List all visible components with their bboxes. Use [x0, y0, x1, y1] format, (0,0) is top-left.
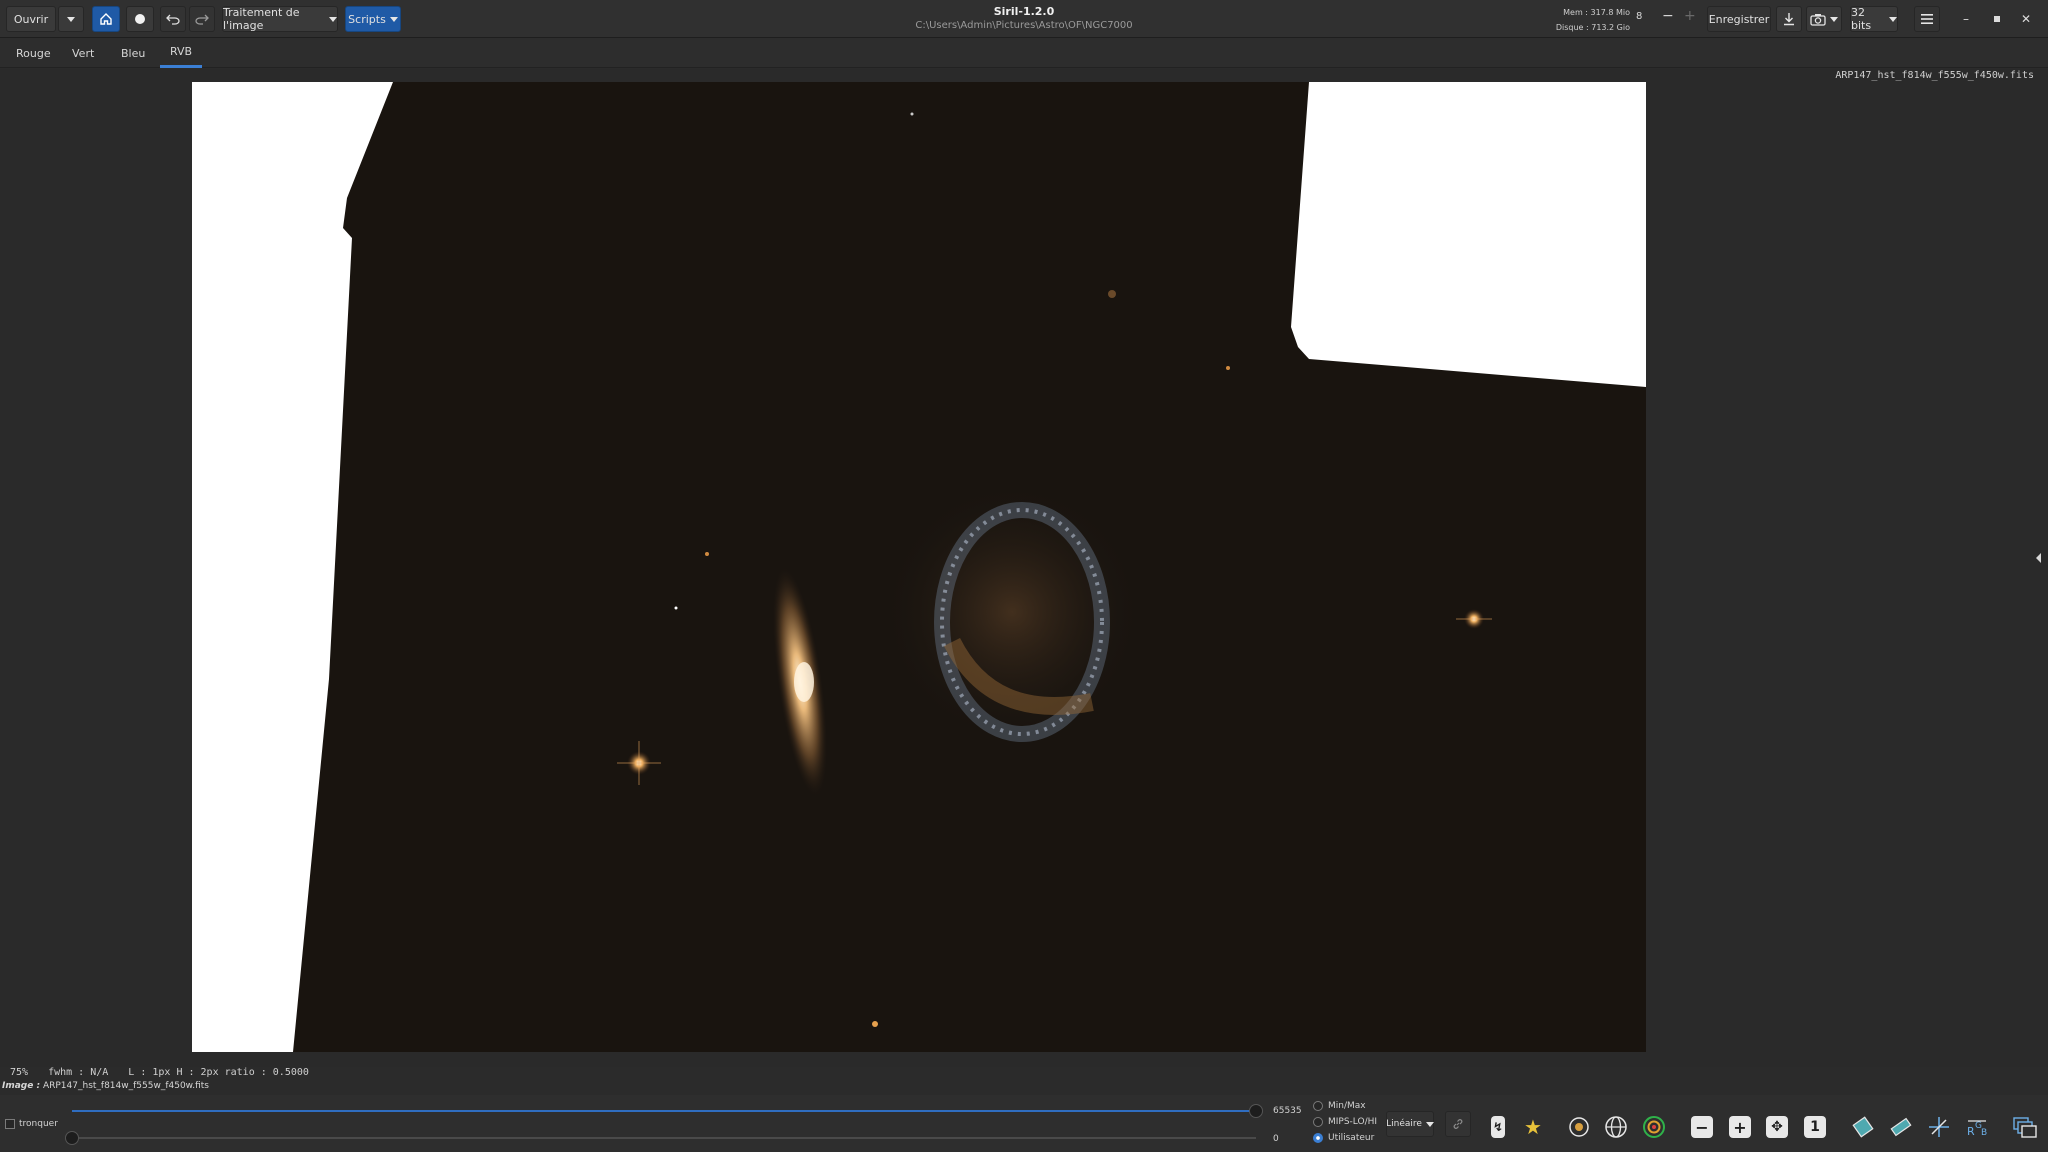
- rgb-compose-button[interactable]: RGB: [1964, 1114, 1990, 1140]
- tab-blue[interactable]: Bleu: [115, 38, 151, 68]
- target-icon: [1569, 1117, 1589, 1137]
- annotate-button[interactable]: [1566, 1114, 1592, 1140]
- low-slider-handle[interactable]: [65, 1131, 79, 1145]
- bit-depth-menu[interactable]: 32 bits: [1850, 6, 1898, 32]
- image-name-value: ARP147_hst_f814w_f555w_f450w.fits: [42, 1081, 209, 1091]
- cut-button[interactable]: [1926, 1114, 1952, 1140]
- zoom-in-icon: +: [1729, 1116, 1751, 1138]
- maximize-icon: [1994, 16, 2000, 22]
- flip-icon: ↯: [1491, 1116, 1505, 1138]
- tab-label: Vert: [72, 46, 95, 60]
- download-icon: [1784, 13, 1794, 26]
- bullseye-icon: [1643, 1116, 1665, 1138]
- mode-mips-radio[interactable]: [1313, 1117, 1323, 1127]
- zoom-out-button[interactable]: −: [1689, 1114, 1715, 1140]
- zoom-fit-icon: ✥: [1766, 1116, 1788, 1138]
- link-icon: [1453, 1119, 1463, 1129]
- mode-user-label: Utilisateur: [1328, 1133, 1375, 1143]
- zoom-in-button[interactable]: +: [1727, 1114, 1753, 1140]
- high-slider-handle[interactable]: [1249, 1104, 1263, 1118]
- photometry-button[interactable]: [1850, 1114, 1876, 1140]
- zoom-level: 75%: [10, 1066, 29, 1078]
- rgb-icon: R GB: [1967, 1120, 1987, 1138]
- link-channels-button[interactable]: [1445, 1111, 1471, 1137]
- star-detection-button[interactable]: ★: [1520, 1114, 1546, 1140]
- save-label: Enregistrer: [1708, 12, 1770, 26]
- mode-mips-label: MIPS-LO/HI: [1328, 1117, 1378, 1127]
- high-slider-fill: [72, 1110, 1256, 1112]
- mode-minmax-label: Min/Max: [1328, 1101, 1366, 1111]
- minus-icon: −: [1662, 8, 1674, 24]
- close-button[interactable]: ✕: [2015, 8, 2037, 30]
- measure-button[interactable]: [1888, 1114, 1914, 1140]
- disk-space: Disque : 713.2 Gio: [1555, 23, 1630, 32]
- star-icon: ★: [1524, 1115, 1542, 1139]
- channel-tabs: Rouge Vert Bleu RVB: [0, 38, 2048, 68]
- header-bar: Ouvrir Traitement de l'image Scripts Sir…: [0, 0, 2048, 38]
- chevron-down-icon: [1425, 1121, 1434, 1127]
- flip-button[interactable]: ↯: [1485, 1114, 1511, 1140]
- zoom-out-icon: −: [1691, 1116, 1713, 1138]
- selection-dimensions: L : 1px H : 2px ratio : 0.5000: [128, 1066, 309, 1078]
- image-name-label: Image :: [2, 1081, 41, 1091]
- minimize-icon: –: [1963, 12, 1969, 26]
- image-name-line: Image : ARP147_hst_f814w_f555w_f450w.fit…: [0, 1081, 209, 1095]
- tab-label: Bleu: [121, 46, 146, 60]
- hamburger-icon: [1921, 14, 1933, 24]
- low-value: 0: [1273, 1134, 1279, 1144]
- svg-text:B: B: [1981, 1128, 1987, 1138]
- mode-minmax-radio[interactable]: [1313, 1101, 1323, 1111]
- close-icon: ✕: [2020, 12, 2032, 26]
- fwhm-value: fwhm : N/A: [48, 1066, 109, 1078]
- galaxy-image: [293, 82, 1646, 1052]
- svg-text:R: R: [1967, 1125, 1975, 1138]
- main-menu-button[interactable]: [1914, 6, 1940, 32]
- zoom-fit-button[interactable]: ✥: [1764, 1114, 1790, 1140]
- increase-threads-button[interactable]: +: [1684, 8, 1696, 24]
- save-button[interactable]: Enregistrer: [1707, 6, 1771, 32]
- clip-checkbox[interactable]: [5, 1119, 15, 1129]
- globe-icon: [1605, 1116, 1627, 1138]
- astro-image[interactable]: [192, 82, 1646, 1052]
- snapshot-button[interactable]: [1806, 6, 1842, 32]
- clip-label: tronquer: [19, 1119, 58, 1129]
- layers-button[interactable]: [2012, 1114, 2038, 1140]
- tab-red[interactable]: Rouge: [10, 38, 57, 68]
- filename-overlay: ARP147_hst_f814w_f555w_f450w.fits: [1835, 70, 2034, 81]
- save-as-button[interactable]: [1776, 6, 1802, 32]
- thread-count: 8: [1636, 11, 1643, 22]
- chevron-down-icon: [1889, 16, 1897, 22]
- camera-icon: [1810, 13, 1826, 26]
- tab-label: RVB: [169, 45, 193, 58]
- tab-rgb[interactable]: RVB: [160, 38, 202, 68]
- memory-usage: Mem : 317.8 Mio: [1563, 8, 1630, 17]
- ruler-icon: [1890, 1117, 1912, 1137]
- status-line: 75% fwhm : N/A L : 1px H : 2px ratio : 0…: [0, 1063, 2048, 1081]
- minimize-button[interactable]: –: [1955, 8, 1977, 30]
- panel-toggle-icon[interactable]: [2036, 553, 2041, 563]
- decrease-threads-button[interactable]: −: [1662, 8, 1674, 24]
- stretch-label: Linéaire: [1386, 1119, 1422, 1129]
- maximize-button[interactable]: [1986, 8, 2008, 30]
- low-slider-track[interactable]: [72, 1137, 1256, 1139]
- bit-depth-label: 32 bits: [1851, 6, 1872, 32]
- layers-icon: [2013, 1117, 2037, 1138]
- mode-user-radio[interactable]: [1313, 1133, 1323, 1143]
- tab-label: Rouge: [16, 46, 51, 60]
- wcs-grid-button[interactable]: [1603, 1114, 1629, 1140]
- high-value: 65535: [1273, 1106, 1302, 1116]
- tab-green[interactable]: Vert: [66, 38, 100, 68]
- objects-button[interactable]: [1641, 1114, 1667, 1140]
- plus-icon: +: [1684, 8, 1696, 24]
- chevron-down-icon: [1830, 16, 1838, 22]
- crosshair-icon: [1929, 1117, 1949, 1137]
- zoom-one-icon: 1: [1804, 1116, 1826, 1138]
- photometry-icon: [1852, 1116, 1874, 1138]
- zoom-one-button[interactable]: 1: [1802, 1114, 1828, 1140]
- stretch-mode-select[interactable]: Linéaire: [1386, 1111, 1434, 1137]
